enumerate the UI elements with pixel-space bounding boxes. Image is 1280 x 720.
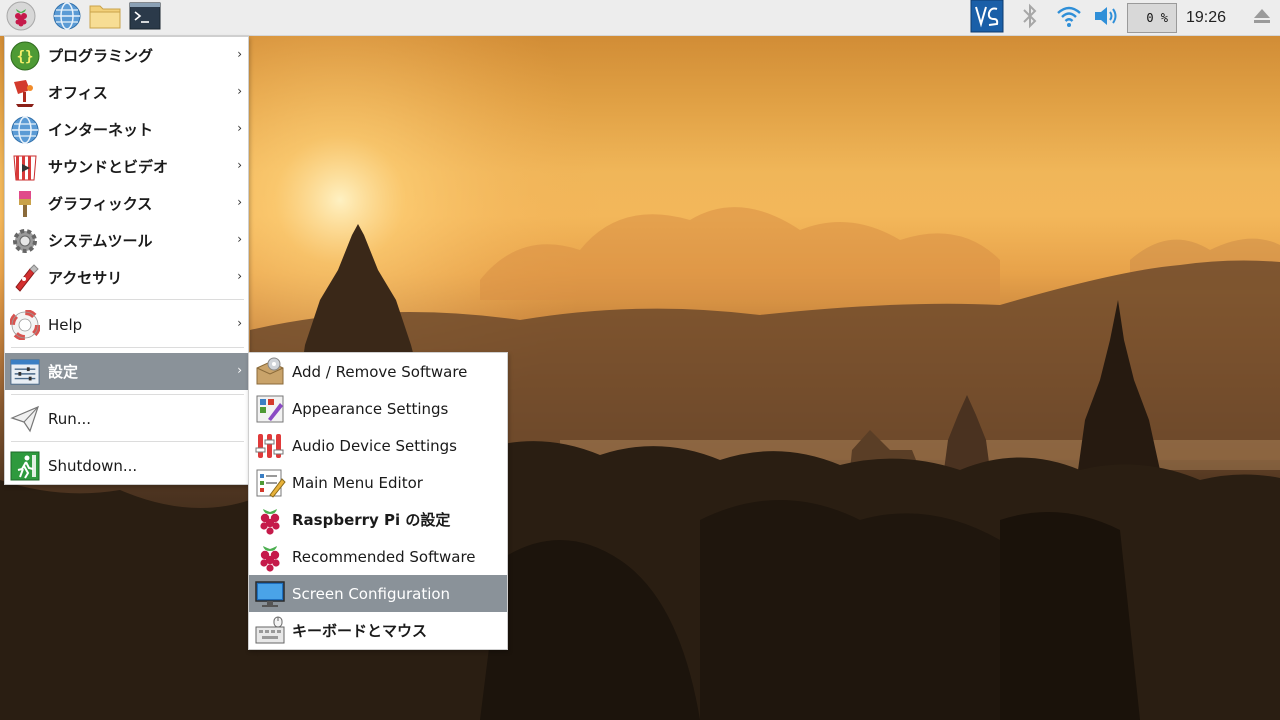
eject-tray-button[interactable] xyxy=(1248,2,1276,34)
graphics-icon xyxy=(10,189,40,219)
menu-item-label: プログラミング xyxy=(48,47,154,65)
browser-launcher[interactable] xyxy=(51,2,83,34)
submenu-item-keyboard-mouse[interactable]: キーボードとマウス xyxy=(249,612,507,649)
submenu-item-add-remove-software[interactable]: Add / Remove Software xyxy=(249,353,507,390)
system-tools-icon xyxy=(10,226,40,256)
menu-item-label: アクセサリ xyxy=(48,269,123,287)
submenu-item-label: Add / Remove Software xyxy=(292,362,468,381)
office-icon xyxy=(10,78,40,108)
menu-item-label: グラフィックス xyxy=(48,195,153,213)
menu-item-label: Run... xyxy=(48,409,92,428)
raspberry-menu-button[interactable] xyxy=(5,1,37,35)
clock[interactable]: 19:26 xyxy=(1186,9,1226,27)
preferences-submenu: Add / Remove Software Appearance Setting… xyxy=(248,352,508,650)
menu-item-help[interactable]: Help › xyxy=(5,306,248,343)
accessories-icon xyxy=(10,263,40,293)
menu-item-label: オフィス xyxy=(48,84,108,102)
shutdown-icon xyxy=(10,451,40,481)
submenu-arrow: › xyxy=(237,84,242,98)
submenu-item-label: Raspberry Pi の設定 xyxy=(292,511,451,529)
file-manager-launcher[interactable] xyxy=(89,2,121,34)
submenu-item-appearance-settings[interactable]: Appearance Settings xyxy=(249,390,507,427)
submenu-arrow: › xyxy=(237,195,242,209)
package-icon xyxy=(254,356,286,388)
submenu-arrow: › xyxy=(237,316,242,330)
volume-tray-button[interactable] xyxy=(1092,2,1122,34)
svg-text:{}: {} xyxy=(17,49,34,65)
monitor-icon xyxy=(254,578,286,610)
menu-item-label: インターネット xyxy=(48,121,154,139)
bluetooth-icon xyxy=(1020,3,1040,33)
folder-icon xyxy=(89,2,121,34)
keyboard-mouse-icon xyxy=(254,615,286,647)
raspberry-recommended-icon xyxy=(254,541,286,573)
submenu-item-screen-configuration[interactable]: Screen Configuration xyxy=(249,575,507,612)
menu-item-system-tools[interactable]: システムツール › xyxy=(5,222,248,259)
menu-item-label: サウンドとビデオ xyxy=(48,158,169,176)
menu-item-label: Help xyxy=(48,315,83,334)
bluetooth-tray-button[interactable] xyxy=(1016,2,1044,34)
menu-item-label: システムツール xyxy=(48,232,153,250)
submenu-item-label: Appearance Settings xyxy=(292,399,449,418)
submenu-item-main-menu-editor[interactable]: Main Menu Editor xyxy=(249,464,507,501)
top-panel: 0 % 19:26 xyxy=(0,0,1280,36)
raspberry-menu-icon xyxy=(6,1,36,35)
menu-item-preferences[interactable]: 設定 › xyxy=(5,353,248,390)
help-icon xyxy=(10,309,40,340)
eject-icon xyxy=(1251,5,1273,31)
terminal-launcher[interactable] xyxy=(129,2,161,34)
menu-item-graphics[interactable]: グラフィックス › xyxy=(5,185,248,222)
menu-separator xyxy=(11,347,244,348)
submenu-item-label: キーボードとマウス xyxy=(292,622,428,640)
submenu-item-label: Audio Device Settings xyxy=(292,436,457,455)
wifi-tray-button[interactable] xyxy=(1054,2,1084,34)
submenu-arrow: › xyxy=(237,121,242,135)
menu-item-accessories[interactable]: アクセサリ › xyxy=(5,259,248,296)
submenu-arrow: › xyxy=(237,232,242,246)
menu-editor-icon xyxy=(254,467,286,499)
sound-video-icon xyxy=(10,152,40,182)
run-icon xyxy=(10,404,40,434)
terminal-icon xyxy=(129,2,161,34)
globe-browser-icon xyxy=(52,1,82,35)
menu-item-shutdown[interactable]: Shutdown... xyxy=(5,447,248,484)
menu-item-sound-video[interactable]: サウンドとビデオ › xyxy=(5,148,248,185)
internet-icon xyxy=(10,115,40,145)
submenu-arrow: › xyxy=(237,47,242,61)
submenu-item-label: Recommended Software xyxy=(292,547,476,566)
submenu-item-audio-device-settings[interactable]: Audio Device Settings xyxy=(249,427,507,464)
menu-separator xyxy=(11,394,244,395)
menu-item-run[interactable]: Run... xyxy=(5,400,248,437)
programming-icon: {} xyxy=(10,41,40,71)
preferences-icon xyxy=(10,357,40,387)
submenu-item-label: Screen Configuration xyxy=(292,584,451,603)
vnc-tray-button[interactable] xyxy=(969,0,1005,37)
submenu-item-recommended-software[interactable]: Recommended Software xyxy=(249,538,507,575)
appearance-icon xyxy=(254,393,286,425)
menu-separator xyxy=(11,299,244,300)
main-menu: {} プログラミング › オフィス › インターネット › サウンドとビデオ ›… xyxy=(4,36,249,485)
menu-item-internet[interactable]: インターネット › xyxy=(5,111,248,148)
menu-item-office[interactable]: オフィス › xyxy=(5,74,248,111)
menu-separator xyxy=(11,441,244,442)
submenu-item-raspberry-pi-config[interactable]: Raspberry Pi の設定 xyxy=(249,501,507,538)
submenu-arrow: › xyxy=(237,363,242,377)
raspberry-config-icon xyxy=(254,504,286,536)
submenu-arrow: › xyxy=(237,269,242,283)
menu-item-label: 設定 xyxy=(48,363,79,381)
wifi-icon xyxy=(1056,4,1082,32)
vnc-icon xyxy=(970,0,1004,37)
volume-icon xyxy=(1093,4,1121,32)
cpu-usage-monitor[interactable]: 0 % xyxy=(1127,3,1177,33)
menu-item-label: Shutdown... xyxy=(48,456,138,475)
submenu-arrow: › xyxy=(237,158,242,172)
menu-item-programming[interactable]: {} プログラミング › xyxy=(5,37,248,74)
submenu-item-label: Main Menu Editor xyxy=(292,473,423,492)
audio-mixer-icon xyxy=(254,430,286,462)
